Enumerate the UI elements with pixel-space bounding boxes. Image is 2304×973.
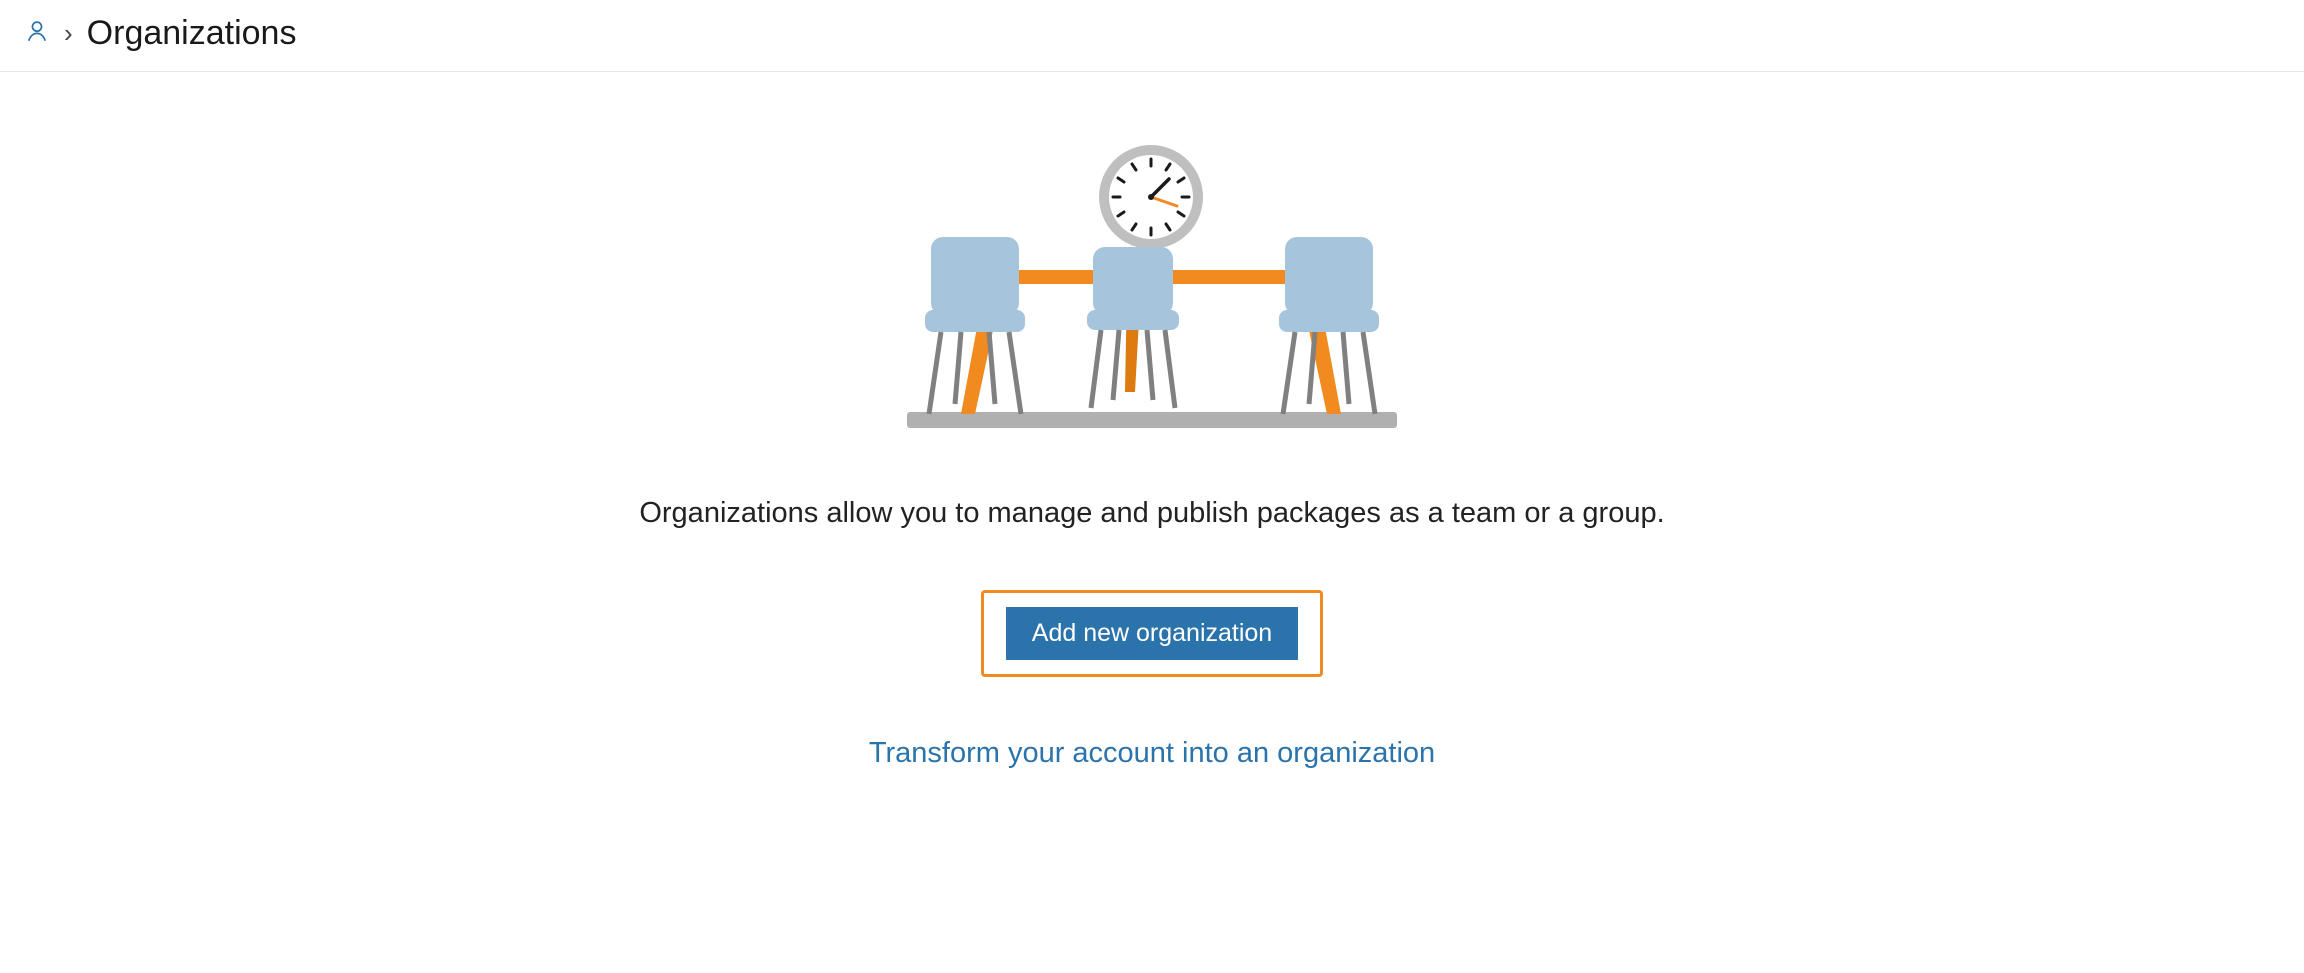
organization-illustration	[392, 142, 1912, 437]
breadcrumb: › Organizations	[0, 0, 2304, 72]
empty-state-description: Organizations allow you to manage and pu…	[392, 497, 1912, 530]
empty-state: Organizations allow you to manage and pu…	[352, 72, 1952, 810]
transform-account-link[interactable]: Transform your account into an organizat…	[869, 737, 1435, 770]
page-title: Organizations	[87, 14, 297, 53]
highlight-frame: Add new organization	[981, 590, 1323, 677]
add-new-organization-button[interactable]: Add new organization	[1006, 607, 1298, 660]
user-icon[interactable]	[24, 18, 50, 49]
chevron-right-icon: ›	[64, 18, 73, 49]
